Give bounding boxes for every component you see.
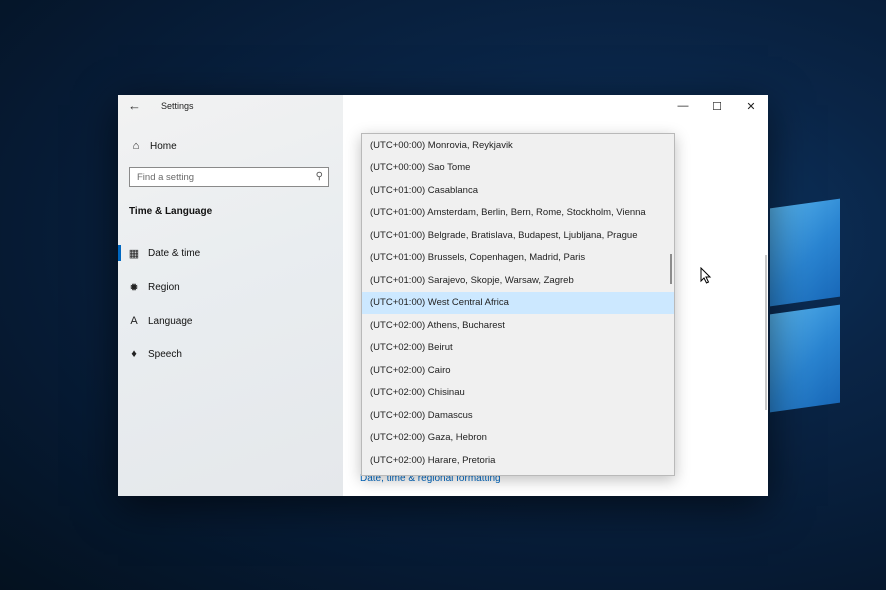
calendar-clock-icon: ▦ xyxy=(128,247,140,260)
dropdown-scrollbar-thumb[interactable] xyxy=(670,254,672,284)
mouse-cursor-icon xyxy=(700,267,712,284)
microphone-icon: ♦ xyxy=(131,348,137,360)
title-bar: ← Settings xyxy=(118,95,343,117)
sidebar-item-label: Speech xyxy=(148,348,182,360)
settings-window: ← Settings ⌂ Home Find a setting ⚲ Time … xyxy=(118,95,768,496)
section-heading: Time & Language xyxy=(129,206,213,217)
page-scrollbar[interactable] xyxy=(765,255,767,410)
globe-icon: ✹ xyxy=(129,281,139,294)
desktop-background: ← Settings ⌂ Home Find a setting ⚲ Time … xyxy=(0,0,886,590)
home-icon: ⌂ xyxy=(132,140,140,152)
timezone-option[interactable]: (UTC+01:00) Casablanca xyxy=(362,179,674,201)
timezone-option[interactable]: (UTC+02:00) Cairo xyxy=(362,359,674,381)
sidebar-item-label: Language xyxy=(148,315,193,327)
language-icon: A xyxy=(130,315,138,327)
timezone-option[interactable]: (UTC+01:00) Amsterdam, Berlin, Bern, Rom… xyxy=(362,202,674,224)
timezone-option[interactable]: (UTC+01:00) Sarajevo, Skopje, Warsaw, Za… xyxy=(362,269,674,291)
timezone-dropdown-list[interactable]: (UTC+00:00) Monrovia, Reykjavik (UTC+00:… xyxy=(361,133,675,476)
timezone-option[interactable]: (UTC+01:00) Brussels, Copenhagen, Madrid… xyxy=(362,247,674,269)
sidebar-item-speech[interactable]: ♦ Speech xyxy=(118,343,343,365)
sidebar-item-label: Region xyxy=(148,281,180,293)
timezone-option[interactable]: (UTC+02:00) Chisinau xyxy=(362,382,674,404)
home-label: Home xyxy=(150,140,177,152)
timezone-option[interactable]: (UTC+02:00) Damascus xyxy=(362,404,674,426)
minimize-icon[interactable]: — xyxy=(666,95,700,117)
window-controls: — ☐ ✕ xyxy=(666,95,768,117)
timezone-option[interactable]: (UTC+02:00) Athens, Bucharest xyxy=(362,314,674,336)
sidebar-item-label: Date & time xyxy=(148,247,201,259)
close-icon[interactable]: ✕ xyxy=(734,95,768,117)
search-icon[interactable]: ⚲ xyxy=(316,171,323,182)
timezone-option[interactable]: (UTC+02:00) Harare, Pretoria xyxy=(362,449,674,471)
sidebar-item-region[interactable]: ✹ Region xyxy=(118,276,343,298)
maximize-icon[interactable]: ☐ xyxy=(700,95,734,117)
timezone-option-selected[interactable]: (UTC+01:00) West Central Africa xyxy=(362,291,674,314)
search-input[interactable]: Find a setting ⚲ xyxy=(129,167,329,187)
timezone-option[interactable]: (UTC+02:00) Gaza, Hebron xyxy=(362,427,674,449)
search-placeholder: Find a setting xyxy=(137,172,195,183)
sidebar-item-language[interactable]: A Language xyxy=(118,310,343,332)
timezone-option[interactable]: (UTC+00:00) Monrovia, Reykjavik xyxy=(362,134,674,156)
timezone-option[interactable]: (UTC+01:00) Belgrade, Bratislava, Budape… xyxy=(362,224,674,246)
back-arrow-icon[interactable]: ← xyxy=(128,98,141,113)
home-nav-item[interactable]: ⌂ Home xyxy=(128,137,328,155)
sidebar: ← Settings ⌂ Home Find a setting ⚲ Time … xyxy=(118,95,343,496)
timezone-option[interactable]: (UTC+02:00) Beirut xyxy=(362,337,674,359)
window-title: Settings xyxy=(161,101,194,111)
sidebar-item-date-time[interactable]: ▦ Date & time xyxy=(118,242,343,264)
timezone-option[interactable]: (UTC+00:00) Sao Tome xyxy=(362,157,674,179)
